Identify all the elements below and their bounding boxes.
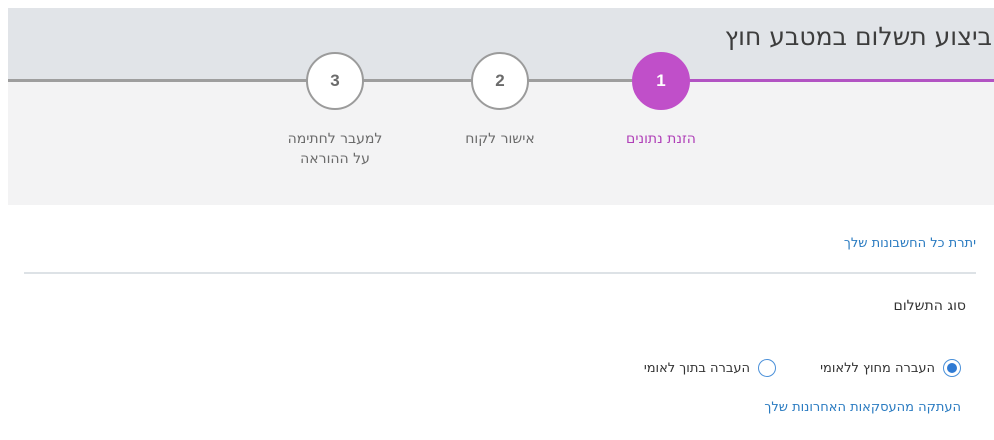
radio-internal-transfer-label: העברה בתוך לאומי (643, 360, 750, 376)
radio-foreign-transfer[interactable]: העברה מחוץ ללאומי (820, 357, 961, 379)
step-1-circle: 1 (632, 52, 690, 110)
progress-line-completed (690, 79, 994, 82)
payment-type-title: סוג התשלום (893, 298, 966, 314)
radio-button-selected[interactable] (943, 359, 961, 377)
copy-recent-transactions-link[interactable]: העתקה מהעסקאות האחרונות שלך (764, 400, 961, 415)
page-title: ביצוע תשלום במטבע חוץ (724, 22, 992, 51)
account-balances-link[interactable]: יתרת כל החשבונות שלך (844, 236, 976, 251)
step-2-label: אישור לקוח (465, 131, 535, 147)
wizard-header: ביצוע תשלום במטבע חוץ 1 הזנת נתונים 2 אי… (8, 8, 994, 205)
step-2-circle: 2 (471, 52, 529, 110)
section-divider (24, 272, 976, 274)
radio-internal-transfer[interactable]: העברה בתוך לאומי (644, 357, 776, 379)
step-3-circle: 3 (306, 52, 364, 110)
step-1-label: הזנת נתונים (626, 131, 696, 147)
radio-foreign-transfer-label: העברה מחוץ ללאומי (820, 360, 935, 376)
radio-button-unselected[interactable] (758, 359, 776, 377)
step-3-label: למעבר לחתימה על ההוראה (287, 131, 383, 167)
